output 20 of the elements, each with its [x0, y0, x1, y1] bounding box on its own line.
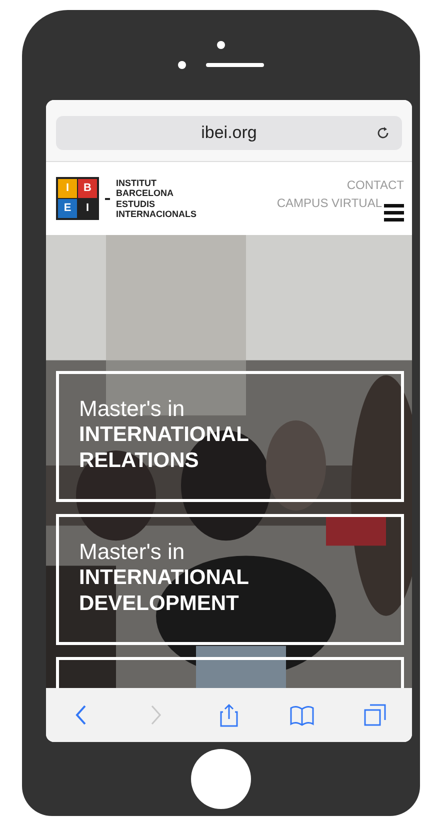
logo-text: INTERNACIONALS [116, 209, 196, 220]
reload-icon[interactable] [376, 125, 390, 141]
address-bar[interactable]: ibei.org [56, 116, 402, 150]
menu-icon[interactable] [384, 204, 404, 222]
camera-dot [217, 41, 225, 49]
logo-text: ESTUDIS [116, 198, 156, 209]
card-title: INTERNATIONAL [79, 422, 250, 448]
logo-text: INSTITUT [116, 178, 158, 188]
card-subtitle: Master's in [79, 396, 186, 422]
card-title: DEVELOPMENT [79, 591, 240, 617]
logo-text: BARCELONA [116, 188, 174, 198]
logo-mark[interactable]: I B E I [56, 177, 99, 220]
program-card[interactable]: Master's in INTERNATIONAL DEVELOPMENT [56, 514, 404, 645]
card-title: RELATIONS [79, 448, 200, 474]
program-card[interactable]: Master's in INTERNATIONAL RELATIONS [56, 371, 404, 502]
card-subtitle: Master's in [79, 539, 186, 565]
url-text: ibei.org [201, 122, 257, 144]
card-title: INTERNATIONAL [79, 565, 250, 591]
tabs-icon[interactable] [363, 702, 388, 728]
home-button[interactable] [191, 749, 251, 809]
